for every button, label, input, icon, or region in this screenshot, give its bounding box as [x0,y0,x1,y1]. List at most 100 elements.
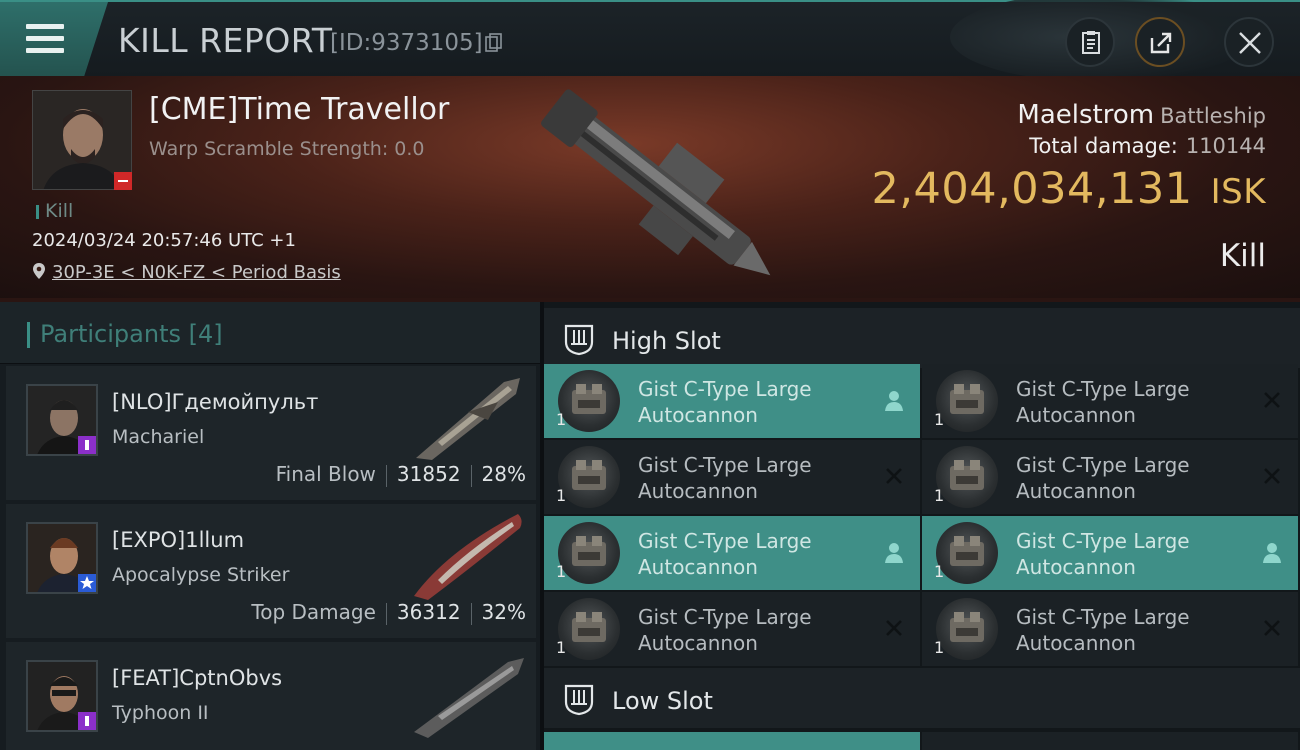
kill-location[interactable]: 30P-3E < N0K-FZ < Period Basis [32,262,341,283]
module-image [936,598,998,660]
high-slot-module[interactable]: 1 Gist C-Type Large Autocannon [544,440,920,514]
low-slot-label: Low Slot [612,687,713,715]
victim-name[interactable]: [CME]Time Travellor [149,92,449,127]
participant-row[interactable]: [NLO]Гдемойпульт Machariel Final Blow 318… [6,366,536,500]
kill-tag: Kill [36,200,73,222]
module-quantity: 1 [556,638,567,657]
high-slot-module[interactable]: 1 Gist C-Type Large Autocannon [922,592,1298,666]
module-name-line1: Gist C-Type Large [638,377,812,401]
copy-icon[interactable] [485,33,503,53]
module-name-line2: Autocannon [638,403,758,427]
high-slot-header[interactable]: High Slot [544,308,1300,368]
participant-ship-image [414,514,522,600]
clipboard-icon [1082,31,1100,54]
participants-count: [4] [188,320,223,348]
location-text[interactable]: 30P-3E < N0K-FZ < Period Basis [52,262,341,283]
module-image [558,370,620,432]
module-name-line1: Gist C-Type Large [638,605,812,629]
isk-value: 2,404,034,131 ISK [872,164,1267,214]
participants-title: Participants [4] [40,320,223,348]
participant-name[interactable]: [FEAT]CptnObvs [112,666,282,690]
total-damage-label: Total damage: [1029,134,1178,158]
module-name-line1: Gist C-Type Large [638,453,812,477]
isk-unit: ISK [1210,172,1266,212]
module-name: Gist C-Type Large Autocannon [1016,376,1216,428]
module-name-line1: Gist C-Type Large [638,529,812,553]
module-name: Gist C-Type Large Autocannon [1016,528,1216,580]
close-icon [1239,32,1261,54]
menu-icon [26,24,64,60]
hostile-badge [114,172,132,190]
star-badge-icon [78,574,96,592]
person-icon [885,391,903,411]
module-quantity: 1 [556,562,567,581]
participants-header: Participants [4] [0,302,540,364]
participant-stats: Final Blow 31852 28% [276,462,526,487]
participant-ship-image [416,378,520,460]
module-image [936,522,998,584]
module-name: Gist C-Type Large Autocannon [638,604,838,656]
participant-damage: 31852 [396,462,461,486]
share-button[interactable] [1135,17,1185,67]
ship-class: Battleship [1160,104,1266,128]
high-slot-module[interactable]: 1 Gist C-Type Large Autocannon [544,364,920,438]
module-name-line2: Autocannon [1016,403,1136,427]
module-name-line2: Autocannon [1016,479,1136,503]
header-bar: KILL REPORT [ID:9373105] [0,0,1300,82]
participant-ship-image [414,658,524,738]
module-image [558,446,620,508]
kill-id: [ID:9373105] [330,30,483,56]
kill-tag-label: Kill [45,200,74,222]
close-button[interactable] [1224,17,1274,67]
module-name-line1: Gist C-Type Large [1016,377,1190,401]
participant-name[interactable]: [EXPO]1llum [112,528,244,552]
module-quantity: 1 [556,410,567,429]
high-slot-module[interactable]: 1 Gist C-Type Large Autocannon [544,516,920,590]
low-slot-module[interactable] [922,732,1298,750]
module-name-line1: Gist C-Type Large [1016,529,1190,553]
participant-role: Top Damage [251,600,376,624]
participant-row[interactable]: [EXPO]1llum Apocalypse Striker Top Damag… [6,504,536,638]
participant-ship: Machariel [112,426,205,448]
victim-banner: [CME]Time Travellor Warp Scramble Streng… [0,76,1300,302]
cross-icon [1264,392,1280,408]
module-name-line1: Gist C-Type Large [1016,605,1190,629]
fitting-panel: High Slot 1 Gist C-Type Large Autocannon 1 G… [544,302,1300,750]
high-slot-module[interactable]: 1 Gist C-Type Large Autocannon [922,364,1298,438]
module-quantity: 1 [934,562,945,581]
module-image [936,370,998,432]
kill-result: Kill [1219,238,1266,274]
victim-ship-name: Maelstrom Battleship [1017,100,1266,130]
slot-icon [564,324,594,356]
participant-name[interactable]: [NLO]Гдемойпульт [112,390,318,414]
participant-stats: Top Damage 36312 32% [251,600,526,625]
cross-icon [1264,620,1280,636]
cross-icon [1264,468,1280,484]
slot-icon [564,684,594,716]
participant-role: Final Blow [275,462,376,486]
clipboard-button[interactable] [1065,17,1115,67]
high-slot-module[interactable]: 1 Gist C-Type Large Autocannon [922,516,1298,590]
isk-amount: 2,404,034,131 [871,164,1193,214]
cross-icon [886,468,902,484]
module-quantity: 1 [556,486,567,505]
high-slot-label: High Slot [612,327,721,355]
victim-ship-image [541,89,771,276]
module-image [558,598,620,660]
module-name-line2: Autocannon [638,555,758,579]
module-quantity: 1 [934,486,945,505]
module-quantity: 1 [934,410,945,429]
low-slot-module[interactable] [544,732,920,750]
share-icon [1150,32,1172,54]
low-slot-header[interactable]: Low Slot [544,668,1300,728]
high-slot-module[interactable]: 1 Gist C-Type Large Autocannon [922,440,1298,514]
person-icon [1263,543,1281,563]
purple-badge-icon [78,712,96,730]
purple-badge-icon [78,436,96,454]
participant-row[interactable]: [FEAT]CptnObvs Typhoon II [6,642,536,750]
menu-button[interactable] [0,2,108,76]
participant-percent: 32% [481,600,526,624]
module-quantity: 1 [934,638,945,657]
high-slot-module[interactable]: 1 Gist C-Type Large Autocannon [544,592,920,666]
total-damage: Total damage: 110144 [1029,134,1266,158]
